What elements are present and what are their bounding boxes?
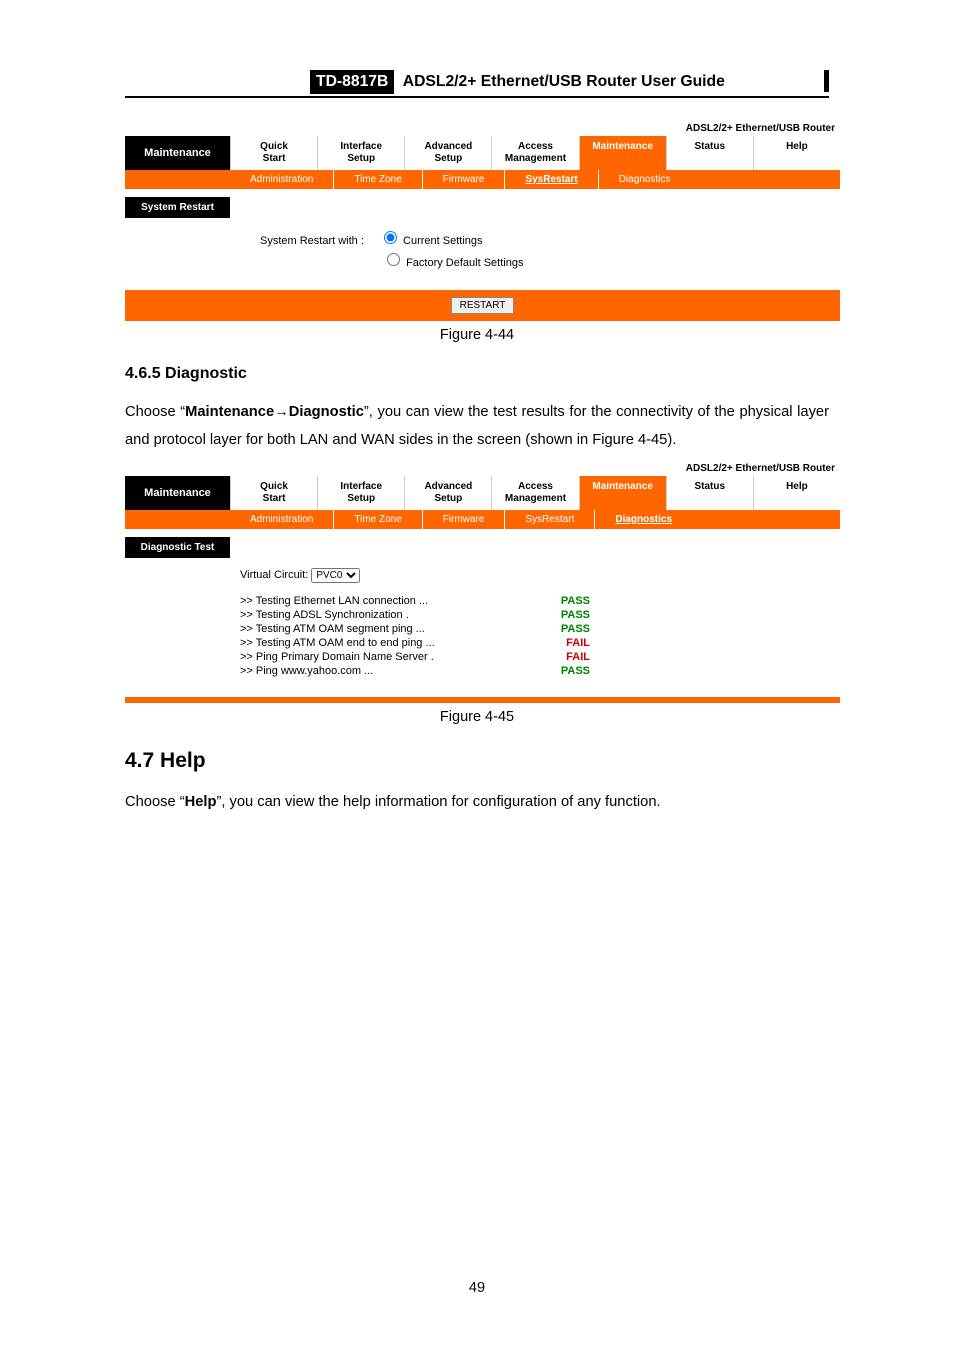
paragraph-465: Choose “Maintenance→Diagnostic”, you can… (125, 398, 829, 454)
diag-row-text: >> Testing ADSL Synchronization . (240, 609, 409, 621)
tab-maintenance[interactable]: Maintenance (580, 136, 667, 170)
restart-body: System Restart with : Current Settings F… (125, 218, 840, 290)
model-badge: TD-8817B (310, 70, 394, 94)
subtab-diagnostics-2[interactable]: Diagnostics (595, 510, 692, 529)
diag-row-status: FAIL (566, 651, 590, 663)
tab-interface-setup[interactable]: Interface Setup (318, 136, 405, 170)
radio-current-settings[interactable] (384, 231, 397, 244)
tab-interface-setup-2[interactable]: Interface Setup (318, 476, 405, 510)
tab-access-management-2[interactable]: Access Management (492, 476, 579, 510)
diag-row-status: PASS (561, 595, 590, 607)
subtab-timezone[interactable]: Time Zone (334, 170, 422, 189)
subtab-firmware[interactable]: Firmware (423, 170, 506, 189)
diag-bottom-bar (125, 697, 840, 703)
left-title-2: Maintenance (125, 476, 230, 510)
paragraph-47: Choose “Help”, you can view the help inf… (125, 791, 829, 813)
tab-status[interactable]: Status (667, 136, 754, 170)
subtab-administration[interactable]: Administration (230, 170, 334, 189)
diag-row: >> Testing ADSL Synchronization . PASS (240, 609, 590, 621)
tab-help-2[interactable]: Help (754, 476, 840, 510)
diag-row: >> Testing Ethernet LAN connection ... PA… (240, 595, 590, 607)
radio-factory-default[interactable] (387, 253, 400, 266)
subtab-row: Administration Time Zone Firmware SysRes… (125, 170, 840, 189)
tab-quick-start[interactable]: Quick Start (231, 136, 318, 170)
page-number: 49 (125, 1280, 829, 1296)
restart-with-label: System Restart with : (260, 235, 364, 247)
diag-row-text: >> Ping www.yahoo.com ... (240, 665, 373, 677)
header-endcap (824, 70, 829, 92)
diag-row-text: >> Ping Primary Domain Name Server . (240, 651, 434, 663)
diag-row: >> Ping Primary Domain Name Server . FAIL (240, 651, 590, 663)
tab-advanced-setup-2[interactable]: Advanced Setup (405, 476, 492, 510)
diag-row-status: PASS (561, 623, 590, 635)
tab-status-2[interactable]: Status (667, 476, 754, 510)
router-panel-sysrestart: ADSL2/2+ Ethernet/USB Router Maintenance… (125, 120, 840, 321)
page-header: TD-8817B ADSL2/2+ Ethernet/USB Router Us… (125, 70, 829, 98)
diag-row-text: >> Testing ATM OAM segment ping ... (240, 623, 425, 635)
subtab-diagnostics[interactable]: Diagnostics (599, 170, 691, 189)
section-head-diag: Diagnostic Test (125, 537, 230, 558)
diag-row-status: PASS (561, 665, 590, 677)
router-panel-diagnostics: ADSL2/2+ Ethernet/USB Router Maintenance… (125, 460, 840, 703)
diag-row-text: >> Testing Ethernet LAN connection ... (240, 595, 428, 607)
diag-row: >> Ping www.yahoo.com ... PASS (240, 665, 590, 677)
guide-title: ADSL2/2+ Ethernet/USB Router User Guide (403, 73, 725, 91)
restart-button[interactable]: RESTART (451, 297, 515, 314)
diag-row: >> Testing ATM OAM segment ping ... PASS (240, 623, 590, 635)
subtab-administration-2[interactable]: Administration (230, 510, 334, 529)
diag-row-status: FAIL (566, 637, 590, 649)
subtab-timezone-2[interactable]: Time Zone (334, 510, 422, 529)
tab-help[interactable]: Help (754, 136, 840, 170)
router-brand: ADSL2/2+ Ethernet/USB Router (125, 120, 840, 136)
diag-body: Virtual Circuit: PVC0 >> Testing Etherne… (125, 558, 840, 697)
section-47-heading: 4.7 Help (125, 749, 829, 773)
diag-row: >> Testing ATM OAM end to end ping ... FA… (240, 637, 590, 649)
left-title: Maintenance (125, 136, 230, 170)
tab-access-management[interactable]: Access Management (492, 136, 579, 170)
subtab-row-2: Administration Time Zone Firmware SysRes… (125, 510, 840, 529)
subtab-sysrestart[interactable]: SysRestart (505, 170, 598, 189)
diag-row-status: PASS (561, 609, 590, 621)
radio-current-label: Current Settings (403, 235, 482, 247)
section-head-restart: System Restart (125, 197, 230, 218)
tab-maintenance-2[interactable]: Maintenance (580, 476, 667, 510)
figure-caption-45: Figure 4-45 (125, 709, 829, 725)
virtual-circuit-label: Virtual Circuit: (240, 569, 308, 581)
diag-row-text: >> Testing ATM OAM end to end ping ... (240, 637, 435, 649)
subtab-firmware-2[interactable]: Firmware (423, 510, 506, 529)
tab-advanced-setup[interactable]: Advanced Setup (405, 136, 492, 170)
radio-factory-label: Factory Default Settings (406, 257, 523, 269)
figure-caption-44: Figure 4-44 (125, 327, 829, 343)
tab-quick-start-2[interactable]: Quick Start (231, 476, 318, 510)
section-465-heading: 4.6.5 Diagnostic (125, 365, 829, 383)
restart-bottom-bar: RESTART (125, 290, 840, 321)
subtab-sysrestart-2[interactable]: SysRestart (505, 510, 595, 529)
router-brand-2: ADSL2/2+ Ethernet/USB Router (125, 460, 840, 476)
virtual-circuit-select[interactable]: PVC0 (311, 568, 360, 583)
